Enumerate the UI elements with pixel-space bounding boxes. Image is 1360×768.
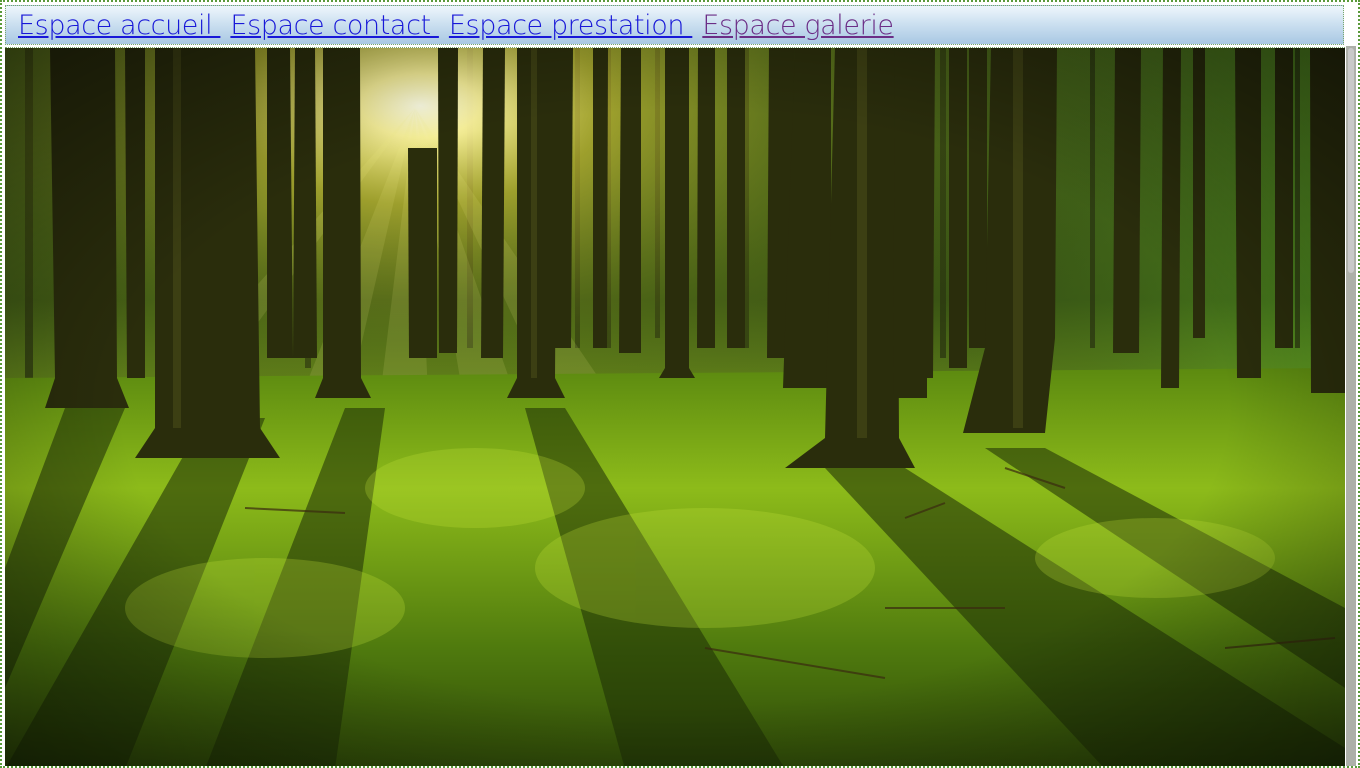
nav-link-accueil[interactable]: Espace accueil [18, 12, 220, 39]
forest-hero-image [5, 47, 1345, 766]
nav-link-galerie[interactable]: Espace galerie [702, 12, 894, 39]
nav-link-contact[interactable]: Espace contact [230, 12, 438, 39]
forest-illustration [5, 48, 1345, 766]
page-frame: Espace accueil Espace contact Espace pre… [0, 0, 1360, 768]
nav-link-prestation[interactable]: Espace prestation [449, 12, 692, 39]
scrollbar-thumb[interactable] [1348, 48, 1354, 273]
page-scrollbar[interactable] [1346, 46, 1356, 766]
top-navigation: Espace accueil Espace contact Espace pre… [5, 5, 1344, 45]
